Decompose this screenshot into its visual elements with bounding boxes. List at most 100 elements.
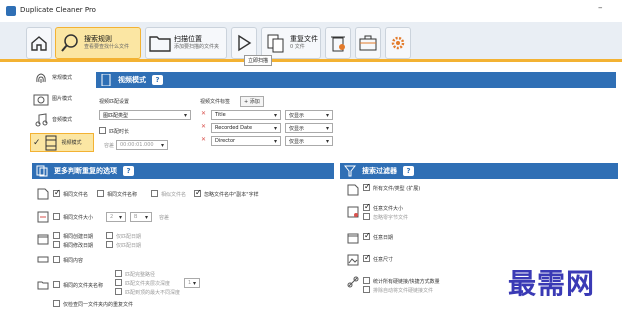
dates-label: 任意日期: [373, 235, 394, 241]
folder-opt1-radio[interactable]: [115, 270, 122, 277]
only-date-modified-checkbox[interactable]: [106, 241, 113, 248]
only-date-created-label: 仅匹配日期: [116, 234, 142, 240]
toolbox-icon: [359, 32, 377, 54]
file-type-label: 所有文件/类型 (扩展): [373, 186, 421, 192]
mode-image-label: 图片模式: [52, 96, 73, 102]
trash-icon: [329, 32, 347, 54]
home-icon: [30, 32, 48, 54]
scan-location-label: 扫描位置: [174, 35, 202, 43]
folder-opt1-label: 匹配完整路径: [125, 272, 156, 278]
same-name-part-checkbox[interactable]: [97, 190, 104, 197]
minimize-button[interactable]: –: [598, 3, 603, 13]
file-size-label: 任意文件大小: [373, 206, 404, 212]
gear-icon: [389, 32, 407, 54]
tag-select-3[interactable]: Director: [211, 136, 281, 146]
mode-audio[interactable]: 音频模式: [33, 110, 93, 129]
same-filename-checkbox[interactable]: [53, 188, 61, 197]
same-content-label: 相同内容: [63, 258, 84, 264]
tag-mode-select-2[interactable]: 仅显示: [285, 123, 333, 133]
delete-button[interactable]: [325, 27, 351, 59]
duplicate-files-icon: [265, 32, 287, 54]
home-button[interactable]: [26, 27, 52, 59]
calendar-icon: [347, 233, 359, 244]
ignore-numbers-checkbox[interactable]: [194, 188, 202, 197]
more-options-header: 更多判断重复的选项 ?: [32, 163, 334, 179]
compare-duration-checkbox[interactable]: [99, 127, 106, 134]
duplicate-files-count: 0 文件: [290, 44, 305, 50]
tag-mode-select-1[interactable]: 仅显示: [285, 110, 333, 120]
folder-icon: [149, 32, 171, 54]
film-icon: [101, 74, 111, 86]
similar-filename-checkbox[interactable]: [151, 190, 158, 197]
film-icon: [45, 135, 57, 150]
video-mode-title: 视频模式: [118, 76, 146, 84]
same-folder-name-checkbox[interactable]: [53, 281, 60, 288]
help-icon[interactable]: ?: [152, 75, 163, 85]
similar-filename-label: 相似文件名: [161, 192, 187, 198]
help-icon[interactable]: ?: [123, 166, 134, 176]
size-unit-select[interactable]: B: [130, 212, 152, 222]
hardlinks-label: 统计所有硬链接/快捷方式数量: [373, 279, 440, 285]
mode-video-label: 视频模式: [61, 140, 82, 146]
same-modified-checkbox[interactable]: [53, 241, 60, 248]
tolerance-label: 容差: [104, 143, 115, 149]
include-zero-checkbox[interactable]: [363, 213, 370, 220]
folder-opt3-radio[interactable]: [115, 288, 122, 295]
settings-button[interactable]: [385, 27, 411, 59]
dimensions-checkbox[interactable]: [363, 253, 371, 262]
calendar-icon: [37, 234, 49, 245]
folder-icon: [37, 281, 49, 290]
help-icon[interactable]: ?: [403, 166, 414, 176]
hardlinks-checkbox[interactable]: [363, 277, 370, 284]
fingerprint-icon: [36, 72, 46, 83]
image-size-icon: [347, 254, 359, 266]
search-rules-button[interactable]: 搜索规则 查看要查找什么文件: [55, 27, 141, 59]
same-content-checkbox[interactable]: [53, 256, 60, 263]
ignore-numbers-label: 忽略文件名中"副本"字样: [204, 192, 259, 198]
file-tag-icon: [37, 188, 49, 200]
mode-video[interactable]: ✓ 视频模式: [30, 133, 94, 152]
remove-tag-icon[interactable]: ✕: [201, 136, 206, 143]
add-tag-button[interactable]: + 添加: [240, 96, 264, 107]
same-created-checkbox[interactable]: [53, 232, 60, 239]
file-type-checkbox[interactable]: [363, 182, 371, 191]
search-filters-header: 搜索过滤器 ?: [340, 163, 618, 179]
tag-mode-select-3[interactable]: 仅显示: [285, 136, 333, 146]
folder-opt2-radio[interactable]: [115, 279, 122, 286]
remove-tag-icon[interactable]: ✕: [201, 110, 206, 117]
mode-general-label: 常规模式: [52, 75, 73, 81]
exclude-links-checkbox[interactable]: [363, 286, 370, 293]
remove-tag-icon[interactable]: ✕: [201, 123, 206, 130]
same-size-checkbox[interactable]: [53, 213, 60, 220]
filter-icon: [344, 165, 356, 177]
app-logo-icon: [6, 6, 16, 16]
dates-checkbox[interactable]: [363, 231, 371, 240]
match-type-select[interactable]: 图匹配类型: [99, 110, 191, 120]
export-button[interactable]: [355, 27, 381, 59]
mode-general[interactable]: 常规模式: [33, 68, 93, 87]
scan-location-button[interactable]: 扫描位置 添加要扫描的文件夹: [145, 27, 227, 59]
size-tolerance-input[interactable]: 2: [106, 212, 126, 222]
size-tolerance-label: 容差: [159, 215, 170, 221]
search-rules-label: 搜索规则: [84, 35, 112, 43]
check-icon: ✓: [33, 137, 41, 148]
tag-select-1[interactable]: Title: [211, 110, 281, 120]
folder-depth-input[interactable]: 1: [184, 278, 200, 288]
exclude-links-label: 排除自动将文件硬链接文件: [373, 288, 434, 294]
scan-location-sub: 添加要扫描的文件夹: [174, 44, 220, 50]
video-tags-label: 视频文件标签: [200, 99, 231, 105]
dimensions-label: 任意尺寸: [373, 257, 394, 263]
file-size-checkbox[interactable]: [363, 202, 371, 211]
only-date-created-checkbox[interactable]: [106, 232, 113, 239]
mode-image[interactable]: 图片模式: [33, 89, 93, 108]
same-single-file-label: 仅检查同一文件夹内的重复文件: [63, 302, 134, 308]
same-size-label: 相同文件大小: [63, 215, 94, 221]
tag-select-2[interactable]: Recorded Date: [211, 123, 281, 133]
same-single-file-checkbox[interactable]: [53, 300, 60, 307]
more-options-title: 更多判断重复的选项: [54, 167, 117, 175]
same-folder-name-label: 相同的文件夹名称: [63, 283, 104, 289]
link-icon: [347, 276, 359, 288]
tolerance-input[interactable]: 00:00:01.000: [116, 140, 168, 150]
file-size-icon: [37, 211, 49, 223]
same-created-label: 相同创建日期: [63, 234, 94, 240]
